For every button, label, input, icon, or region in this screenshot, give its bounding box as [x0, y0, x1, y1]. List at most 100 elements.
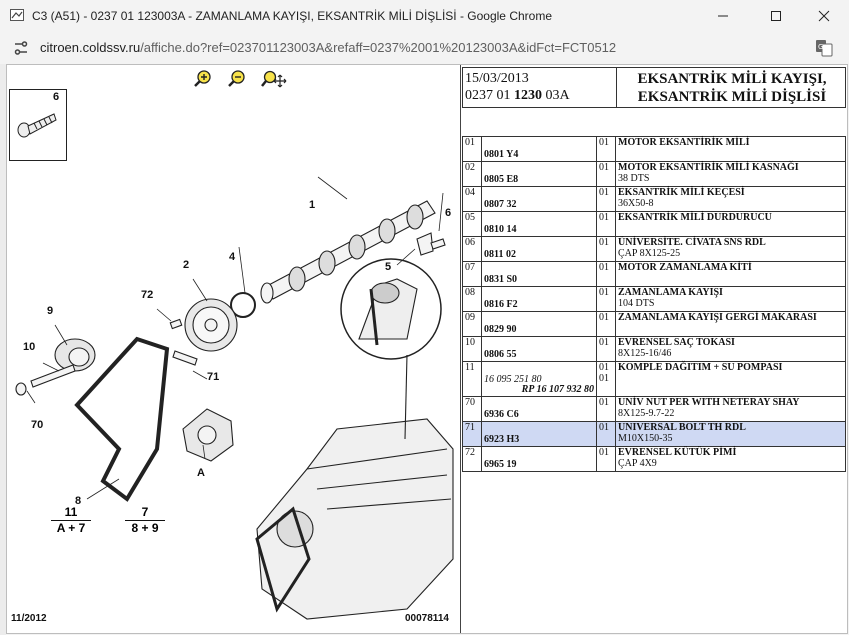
header-divider — [616, 68, 617, 107]
row-number: 08 — [462, 286, 482, 312]
desc-line1: UNIVERSAL BOLT TH RDL — [618, 422, 746, 433]
parts-table: 01 0801 Y4 01 MOTOR EKSANTİRİK MİLİ 02 0… — [462, 136, 846, 472]
diagram-image-code: 00078114 — [405, 613, 449, 624]
table-row[interactable]: 72 6965 19 01 EVRENSEL KÜTÜK PİMİ ÇAP 4X9 — [462, 446, 846, 472]
address-bar[interactable]: citroen.coldssv.ru/affiche.do?ref=023701… — [0, 32, 849, 64]
row-qty: 01 — [596, 211, 616, 237]
table-row[interactable]: 02 0805 E8 01 MOTOR EKSANTİRİK MİLİ KASN… — [462, 161, 846, 187]
row-part-cell: 6923 H3 — [481, 421, 597, 447]
part-code[interactable]: 0805 E8 — [484, 174, 518, 185]
window-titlebar: C3 (A51) - 0237 01 123003A - ZAMANLAMA K… — [0, 0, 849, 32]
parts-header: 15/03/2013 0237 01 1230 03A EKSANTRİK Mİ… — [462, 67, 846, 108]
callout-A: A — [197, 467, 205, 479]
part-code[interactable]: 0810 14 — [484, 224, 517, 235]
desc-line2: 38 DTS — [618, 173, 650, 184]
desc-line2: 8X125-9.7-22 — [618, 408, 675, 419]
minimize-button[interactable] — [705, 2, 741, 30]
desc-line1: MOTOR EKSANTİRİK MİLİ KASNAĞI — [618, 162, 799, 173]
part-code[interactable]: 0806 55 — [484, 349, 517, 360]
row-qty: 01 — [596, 446, 616, 472]
callout-9: 9 — [47, 305, 54, 317]
row-qty: 01 01 — [596, 361, 616, 397]
table-row-selected[interactable]: 71 6923 H3 01 UNIVERSAL BOLT TH RDL M10X1… — [462, 421, 846, 447]
row-number: 01 — [462, 136, 482, 162]
header-title: EKSANTRİK MİLİ KAYIŞI, EKSANTRİK MİLİ Dİ… — [621, 70, 843, 106]
row-part-cell: 0801 Y4 — [481, 136, 597, 162]
row-part-cell: 0831 S0 — [481, 261, 597, 287]
row-qty-2: 01 — [599, 373, 609, 384]
site-info-icon[interactable] — [12, 39, 30, 57]
row-part-cell: 16 095 251 80 RP 16 107 932 80 — [481, 361, 597, 397]
row-number: 72 — [462, 446, 482, 472]
part-code[interactable]: 0811 02 — [484, 249, 516, 260]
part-code-alt2[interactable]: RP 16 107 932 80 — [522, 384, 594, 395]
row-qty: 01 — [596, 421, 616, 447]
callout-1: 1 — [309, 199, 316, 211]
table-row[interactable]: 05 0810 14 01 EKSANTRİK MİLİ DURDURUCU — [462, 211, 846, 237]
part-code[interactable]: 0831 S0 — [484, 274, 517, 285]
callout-5: 5 — [385, 261, 392, 273]
table-row[interactable]: 01 0801 Y4 01 MOTOR EKSANTİRİK MİLİ — [462, 136, 846, 162]
header-title-line1: EKSANTRİK MİLİ KAYIŞI, — [637, 71, 827, 87]
part-code[interactable]: 0807 32 — [484, 199, 517, 210]
callout-71: 71 — [207, 371, 220, 383]
table-row[interactable]: 09 0829 90 01 ZAMANLAMA KAYIŞI GERGİ MAK… — [462, 311, 846, 337]
part-code[interactable]: 6965 19 — [484, 459, 517, 470]
close-button[interactable] — [806, 2, 842, 30]
table-row[interactable]: 70 6936 C6 01 UNİV NUT PER WITH NETERAY … — [462, 396, 846, 422]
timing-diagram-drawing — [15, 176, 454, 620]
maximize-button[interactable] — [758, 2, 794, 30]
row-qty-1: 01 — [599, 362, 609, 373]
row-qty: 01 — [596, 136, 616, 162]
table-row[interactable]: 06 0811 02 01 ÜNİVERSİTE. CİVATA SNS RDL… — [462, 236, 846, 262]
formula-7-numerator: 7 — [125, 505, 165, 521]
url-host: citroen.coldssv.ru — [40, 40, 141, 55]
row-qty: 01 — [596, 161, 616, 187]
table-row[interactable]: 04 0807 32 01 EKSANTRİK MİLİ KEÇESİ 36X50… — [462, 186, 846, 212]
row-number: 06 — [462, 236, 482, 262]
header-title-line2: EKSANTRİK MİLİ DİŞLİSİ — [637, 89, 827, 105]
page-favicon-icon — [10, 9, 24, 21]
row-qty: 01 — [596, 261, 616, 287]
ref-part3: 03A — [542, 88, 570, 103]
pan-button[interactable] — [261, 69, 287, 89]
table-row[interactable]: 08 0816 F2 01 ZAMANLAMA KAYIŞI 104 DTS — [462, 286, 846, 312]
maximize-icon — [771, 11, 781, 21]
desc-line1: EKSANTRİK MİLİ DURDURUCU — [618, 212, 772, 223]
desc-line1: MOTOR EKSANTİRİK MİLİ — [618, 137, 750, 148]
part-code[interactable]: 6923 H3 — [484, 434, 519, 445]
desc-line2: 36X50-8 — [618, 198, 654, 209]
zoom-toolbar — [193, 69, 287, 89]
row-description: ÜNİVERSİTE. CİVATA SNS RDL ÇAP 8X125-25 — [615, 236, 846, 262]
table-row[interactable]: 10 0806 55 01 EVRENSEL SAÇ TOKASI 8X125-1… — [462, 336, 846, 362]
part-code[interactable]: 0829 90 — [484, 324, 517, 335]
row-part-cell: 0806 55 — [481, 336, 597, 362]
desc-line1: EVRENSEL KÜTÜK PİMİ — [618, 447, 737, 458]
table-row[interactable]: 11 16 095 251 80 RP 16 107 932 80 01 01 K… — [462, 361, 846, 397]
table-row[interactable]: 07 0831 S0 01 MOTOR ZAMANLAMA KİTİ — [462, 261, 846, 287]
row-part-cell: 6965 19 — [481, 446, 597, 472]
zoom-in-button[interactable] — [193, 69, 213, 89]
row-number: 07 — [462, 261, 482, 287]
row-qty: 01 — [596, 311, 616, 337]
diagram-date-code: 11/2012 — [11, 613, 47, 624]
desc-line1: ZAMANLAMA KAYIŞI GERGİ MAKARASI — [618, 312, 817, 323]
popup-content: 6 1 6 5 4 2 72 9 10 71 70 A 8 11 A + 7 7… — [6, 64, 848, 634]
callout-72: 72 — [141, 289, 154, 301]
callout-4: 4 — [229, 251, 236, 263]
url-path: /affiche.do?ref=023701123003A&refaff=023… — [140, 40, 617, 55]
url-text[interactable]: citroen.coldssv.ru/affiche.do?ref=023701… — [40, 40, 616, 55]
translate-icon[interactable]: G — [815, 39, 833, 57]
part-code[interactable]: 6936 C6 — [484, 409, 519, 420]
zoom-out-button[interactable] — [227, 69, 247, 89]
row-part-cell: 0810 14 — [481, 211, 597, 237]
callout-70: 70 — [31, 419, 44, 431]
desc-line2: ÇAP 4X9 — [618, 458, 657, 469]
row-description: EKSANTRİK MİLİ DURDURUCU — [615, 211, 846, 237]
row-part-cell: 0829 90 — [481, 311, 597, 337]
part-code[interactable]: 0816 F2 — [484, 299, 518, 310]
part-code[interactable]: 0801 Y4 — [484, 149, 518, 160]
row-qty: 01 — [596, 336, 616, 362]
zoom-pan-icon — [261, 70, 287, 88]
window-title: C3 (A51) - 0237 01 123003A - ZAMANLAMA K… — [32, 9, 552, 23]
